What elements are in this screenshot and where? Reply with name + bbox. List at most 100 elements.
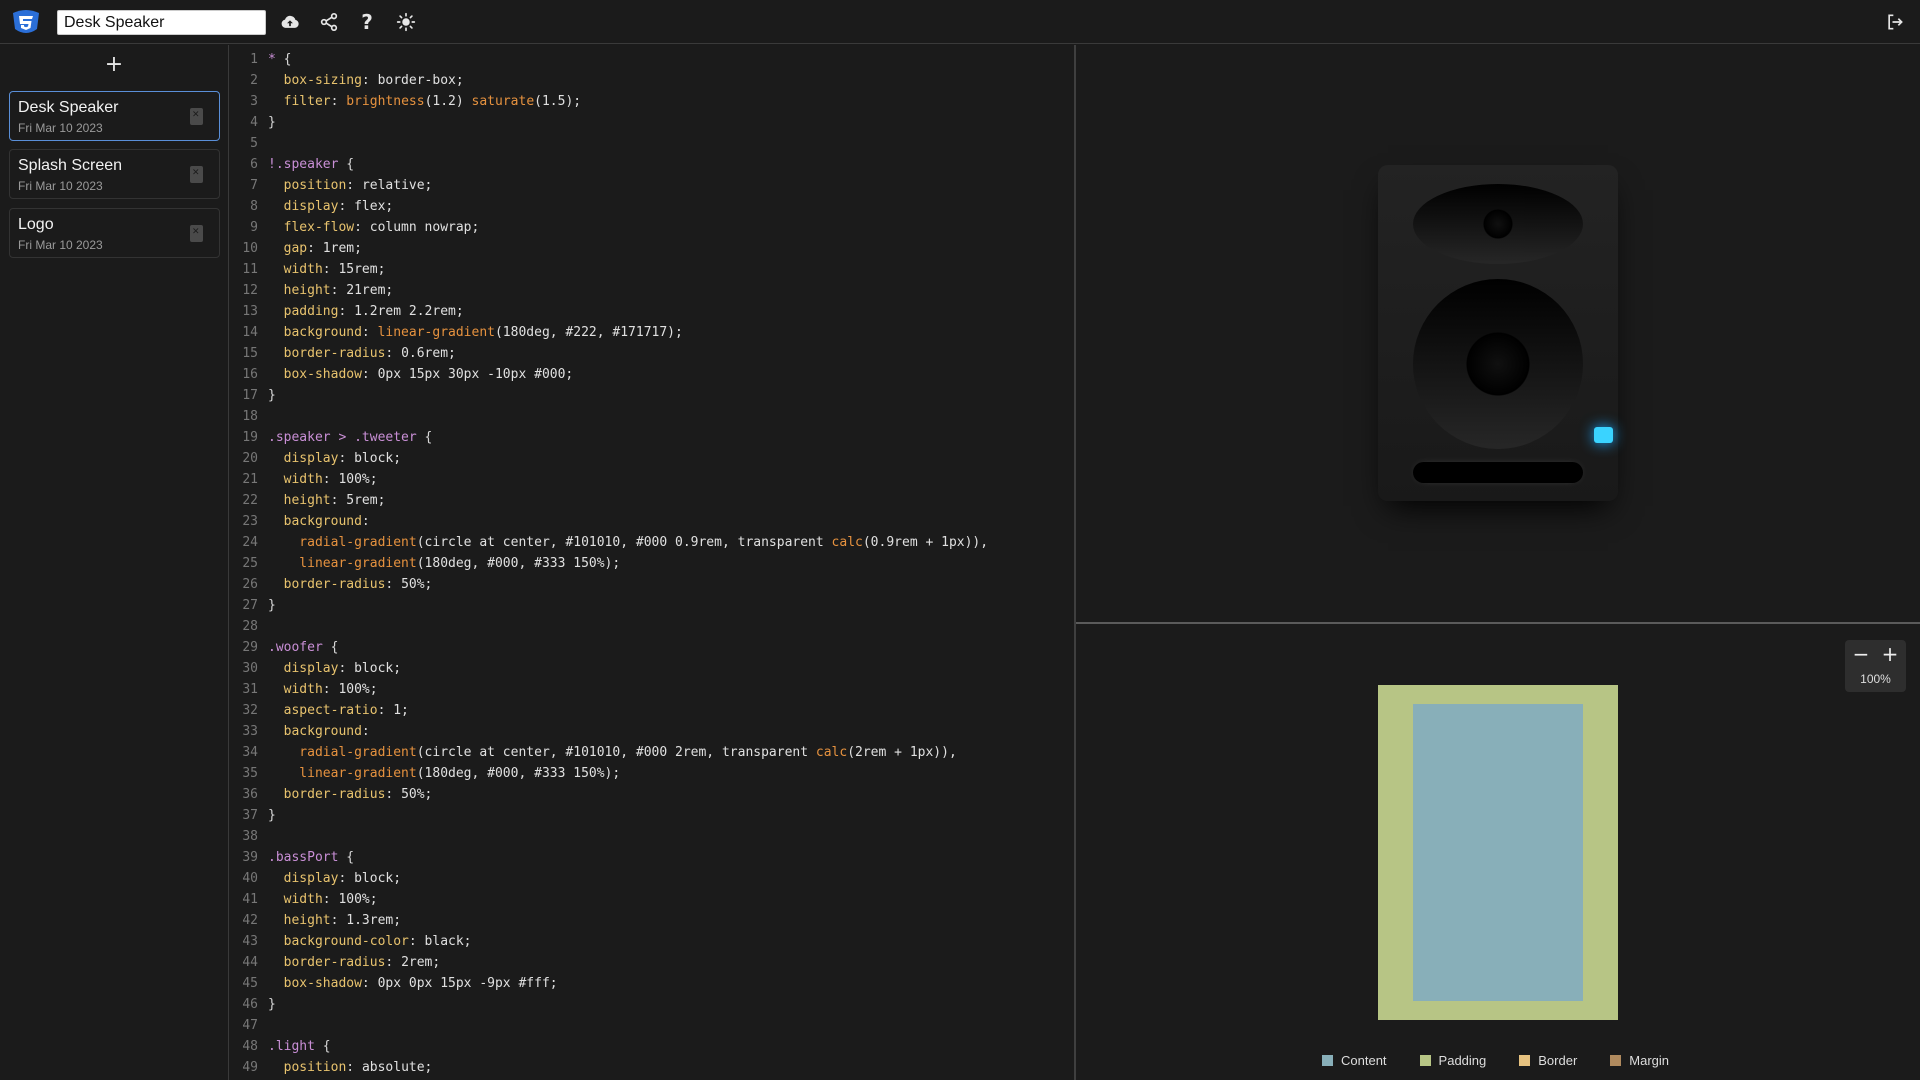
code-line[interactable]: 14 background: linear-gradient(180deg, #… [230,322,682,343]
code-line[interactable]: 33 background: [230,721,369,742]
code-line[interactable]: 11 width: 15rem; [230,259,385,280]
code-line[interactable]: 20 display: block; [230,448,401,469]
code-line[interactable]: 44 border-radius: 2rem; [230,952,440,973]
code-line[interactable]: 24 radial-gradient(circle at center, #10… [230,532,988,553]
box-model-content [1413,704,1583,1001]
code-line[interactable]: 29 .woofer { [230,637,338,658]
code-line[interactable]: 31 width: 100%; [230,679,377,700]
code-line[interactable]: 27} [230,595,275,616]
line-number: 40 [242,871,258,886]
css-logo-icon[interactable] [11,9,41,35]
project-item-logo[interactable]: Logo Fri Mar 10 2023 [9,208,220,258]
line-number: 11 [242,262,258,277]
project-item-desk-speaker[interactable]: Desk Speaker Fri Mar 10 2023 [9,91,220,141]
theme-sun-icon[interactable] [394,10,418,34]
code-line[interactable]: 41 width: 100%; [230,889,377,910]
code-token: : [330,913,347,928]
help-icon[interactable]: ? [355,10,379,34]
code-line[interactable]: 1 * { [230,49,291,70]
code-line[interactable]: 2 box-sizing: border-box; [230,70,464,91]
code-token: : [338,304,355,319]
code-token: border-radius [268,955,386,970]
code-token: 1rem; [322,241,362,256]
speaker-preview [1378,165,1618,501]
add-project-button[interactable]: + [104,54,124,76]
code-line[interactable]: 26 border-radius: 50%; [230,574,432,595]
code-line[interactable]: 34 radial-gradient(circle at center, #10… [230,742,956,763]
code-line[interactable]: 7 position: relative; [230,175,432,196]
code-line[interactable]: 6 !.speaker { [230,154,354,175]
code-token: : [338,871,355,886]
zoom-out-button[interactable]: − [1851,644,1871,664]
code-line[interactable]: 38 [230,826,268,847]
code-line[interactable]: 13 padding: 1.2rem 2.2rem; [230,301,463,322]
code-token: : [338,661,355,676]
code-line[interactable]: 23 background: [230,511,369,532]
code-line[interactable]: 46} [230,994,275,1015]
code-line[interactable]: 28 [230,616,268,637]
project-item-splash-screen[interactable]: Splash Screen Fri Mar 10 2023 [9,149,220,199]
line-number: 8 [250,199,258,214]
code-line[interactable]: 39 .bassPort { [230,847,354,868]
code-line[interactable]: 47 [230,1015,268,1036]
line-number: 20 [242,451,258,466]
line-number: 3 [250,94,258,109]
delete-project-icon[interactable] [190,166,203,183]
code-line[interactable]: 37} [230,805,275,826]
code-line[interactable]: 8 display: flex; [230,196,393,217]
line-number: 34 [242,745,258,760]
code-token: : [322,262,339,277]
project-title-input[interactable] [57,10,266,35]
line-number: 1 [250,52,258,67]
code-line[interactable]: 40 display: block; [230,868,401,889]
line-number: 4 [250,115,258,130]
help-glyph: ? [361,10,373,34]
code-line[interactable]: 22 height: 5rem; [230,490,385,511]
code-line[interactable]: 45 box-shadow: 0px 0px 15px -9px #fff; [230,973,557,994]
code-line[interactable]: 4} [230,112,276,133]
code-token: linear-gradient [268,556,417,571]
code-line[interactable]: 12 height: 21rem; [230,280,393,301]
code-line[interactable]: 32 aspect-ratio: 1; [230,700,409,721]
cloud-upload-icon[interactable] [278,10,302,34]
code-token: : [338,451,355,466]
code-token: : [330,94,347,109]
code-line[interactable]: 19 .speaker > .tweeter { [230,427,432,448]
delete-project-icon[interactable] [190,108,203,125]
share-icon[interactable] [317,10,341,34]
zoom-in-button[interactable]: + [1880,644,1900,664]
code-line[interactable]: 43 background-color: black; [230,931,471,952]
code-line[interactable]: 42 height: 1.3rem; [230,910,401,931]
code-token: : [354,220,370,235]
code-token: calc [831,535,863,550]
code-line[interactable]: 9 flex-flow: column nowrap; [230,217,479,238]
code-line[interactable]: 36 border-radius: 50%; [230,784,432,805]
code-token: : [346,178,362,193]
code-token: : [322,682,339,697]
code-line[interactable]: 25 linear-gradient(180deg, #000, #333 15… [230,553,620,574]
code-line[interactable]: 35 linear-gradient(180deg, #000, #333 15… [230,763,620,784]
code-token: } [268,115,276,130]
code-line[interactable]: 18 [230,406,268,427]
logout-icon[interactable] [1883,10,1907,34]
code-line[interactable]: 16 box-shadow: 0px 15px 30px -10px #000; [230,364,573,385]
legend-item-content: Content [1322,1053,1387,1068]
line-number: 15 [242,346,258,361]
code-line[interactable]: 15 border-radius: 0.6rem; [230,343,456,364]
legend-label: Content [1341,1052,1387,1068]
delete-project-icon[interactable] [190,225,203,242]
code-line[interactable]: 17} [230,385,275,406]
code-line[interactable]: 5 [230,133,268,154]
code-token: width [268,682,323,697]
code-token: : [361,325,378,340]
code-line[interactable]: 3 filter: brightness(1.2) saturate(1.5); [230,91,581,112]
code-token: 5rem; [346,493,386,508]
code-line[interactable]: 48 .light { [230,1036,330,1057]
code-line[interactable]: 10 gap: 1rem; [230,238,362,259]
code-line[interactable]: 30 display: block; [230,658,401,679]
code-token: filter [268,94,331,109]
css-code-editor[interactable]: 1 * {2 box-sizing: border-box; 3 filter: b… [230,45,1074,1080]
code-token: .speaker > .tweeter [268,430,425,445]
code-line[interactable]: 21 width: 100%; [230,469,377,490]
code-line[interactable]: 49 position: absolute; [230,1057,432,1078]
